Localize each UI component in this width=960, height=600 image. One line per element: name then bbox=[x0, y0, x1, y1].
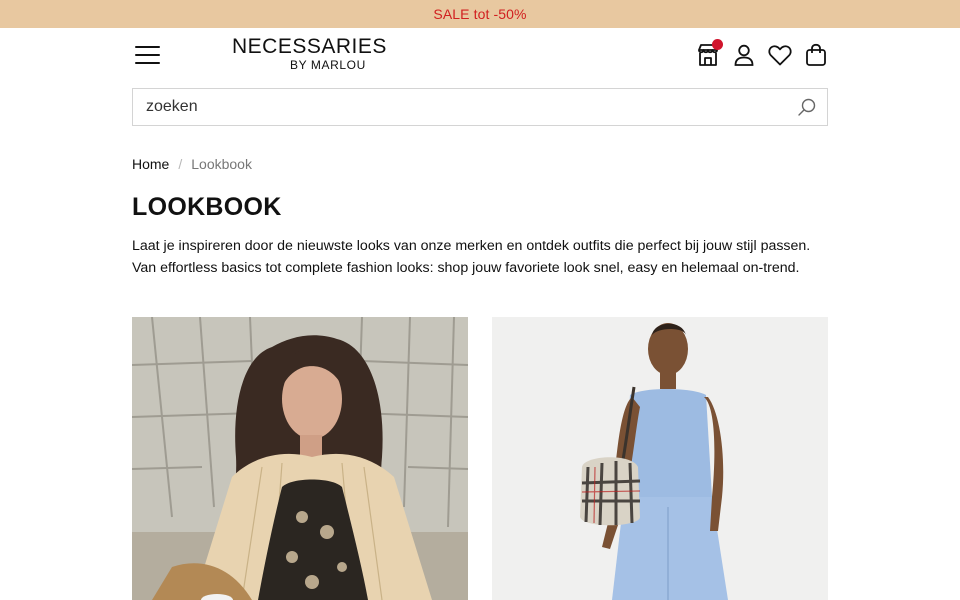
bag-icon[interactable] bbox=[802, 41, 830, 69]
site-header: NECESSARIES BY MARLOU bbox=[0, 28, 960, 88]
brand-logo[interactable]: NECESSARIES BY MARLOU bbox=[232, 35, 387, 76]
menu-icon[interactable] bbox=[134, 43, 162, 67]
search-bar bbox=[132, 88, 828, 126]
breadcrumb: Home / Lookbook bbox=[132, 156, 252, 172]
search-icon[interactable] bbox=[797, 97, 817, 117]
page-intro: Laat je inspireren door de nieuwste look… bbox=[132, 236, 822, 279]
account-icon[interactable] bbox=[730, 41, 758, 69]
intro-line-3: helemaal on-trend. bbox=[681, 259, 800, 276]
notification-dot bbox=[712, 39, 723, 50]
breadcrumb-home-link[interactable]: Home bbox=[132, 156, 169, 172]
lookbook-card-2[interactable] bbox=[492, 317, 828, 600]
logo-line-2: BY MARLOU bbox=[290, 58, 366, 72]
intro-line-1: Laat je inspireren door de nieuwste look… bbox=[132, 238, 757, 254]
announcement-bar[interactable]: SALE tot -50% bbox=[0, 0, 960, 28]
page-title: LOOKBOOK bbox=[132, 193, 282, 221]
announcement-text[interactable]: SALE tot -50% bbox=[433, 6, 526, 22]
heart-icon[interactable] bbox=[766, 41, 794, 69]
lookbook-image-1 bbox=[132, 317, 468, 600]
search-input[interactable] bbox=[133, 89, 783, 125]
breadcrumb-separator: / bbox=[178, 156, 183, 172]
lookbook-card-1[interactable] bbox=[132, 317, 468, 600]
breadcrumb-current: Lookbook bbox=[191, 156, 252, 172]
store-icon[interactable] bbox=[694, 39, 723, 69]
lookbook-image-2 bbox=[492, 317, 828, 600]
logo-line-1: NECESSARIES bbox=[232, 35, 387, 58]
